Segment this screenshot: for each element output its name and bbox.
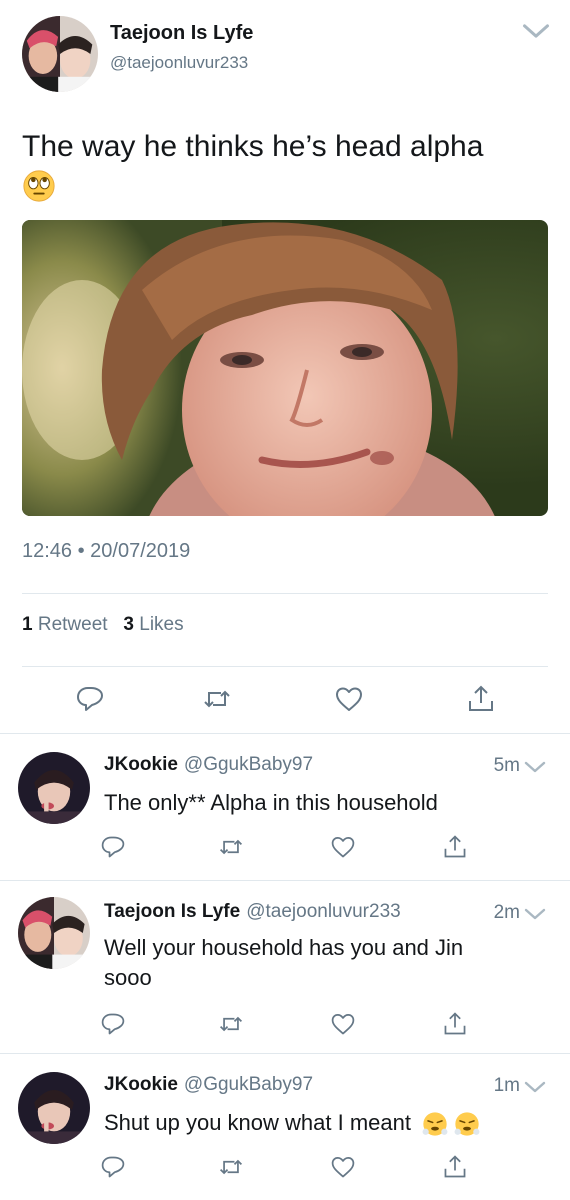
tweet-timestamp[interactable]: 12:46 • 20/07/2019 <box>22 540 190 563</box>
share-icon[interactable] <box>442 1011 468 1037</box>
reply-author[interactable]: JKookie @GgukBaby97 <box>104 754 313 776</box>
reply-author-handle[interactable]: @GgukBaby97 <box>184 754 313 775</box>
reply-icon[interactable] <box>75 684 105 714</box>
divider <box>22 593 548 594</box>
heart-icon[interactable] <box>334 684 364 714</box>
avatar[interactable] <box>18 897 90 969</box>
heart-icon[interactable] <box>330 834 356 860</box>
reply-author-handle[interactable]: @taejoonluvur233 <box>246 901 401 922</box>
reply-author-name[interactable]: Taejoon Is Lyfe <box>104 901 240 922</box>
reply-text: Well your household has you and Jin sooo <box>104 933 534 993</box>
reply-icon[interactable] <box>100 1154 126 1180</box>
face-with-steam-emoji <box>422 1112 448 1136</box>
retweet-icon[interactable] <box>218 1011 244 1037</box>
reply-text-content: Shut up you know what I meant <box>104 1110 411 1135</box>
reply-text: The only** Alpha in this household <box>104 790 438 815</box>
like-label[interactable]: Likes <box>139 614 183 635</box>
tweet-text-content: The way he thinks he’s head alpha <box>22 130 484 163</box>
retweet-label[interactable]: Retweet <box>38 614 108 635</box>
photo-boy-smirking <box>22 220 548 516</box>
retweet-icon[interactable] <box>218 1154 244 1180</box>
reply-author[interactable]: Taejoon Is Lyfe @taejoonluvur233 <box>104 901 401 923</box>
reply-author-name[interactable]: JKookie <box>104 1074 178 1095</box>
share-icon[interactable] <box>442 834 468 860</box>
author-handle[interactable]: @taejoonluvur233 <box>110 53 248 73</box>
author-name[interactable]: Taejoon Is Lyfe <box>110 22 253 45</box>
tweet-image[interactable] <box>22 220 548 516</box>
avatar[interactable] <box>22 16 98 92</box>
reply-author-handle[interactable]: @GgukBaby97 <box>184 1074 313 1095</box>
reply-actions <box>0 1011 570 1051</box>
reply-time: 1m <box>493 1075 520 1096</box>
avatar[interactable] <box>18 752 90 824</box>
avatar-image <box>18 1072 90 1144</box>
chevron-down-icon[interactable] <box>522 22 550 40</box>
avatar[interactable] <box>18 1072 90 1144</box>
divider <box>22 666 548 667</box>
avatar-image <box>18 897 90 969</box>
reply-text: Shut up you know what I meant <box>104 1108 534 1138</box>
reply-tweet[interactable]: JKookie @GgukBaby97 1m Shut up you know w… <box>0 1054 570 1200</box>
reply-time: 5m <box>493 755 520 776</box>
main-tweet-actions <box>0 684 570 724</box>
face-with-steam-emoji <box>454 1112 480 1136</box>
reply-tweet[interactable]: Taejoon Is Lyfe @taejoonluvur233 2m Well … <box>0 881 570 1053</box>
main-tweet: Taejoon Is Lyfe @taejoonluvur233 The way… <box>0 0 570 733</box>
reply-text-line: sooo <box>104 965 152 990</box>
chevron-down-icon[interactable] <box>524 1080 546 1094</box>
reply-icon[interactable] <box>100 1011 126 1037</box>
heart-icon[interactable] <box>330 1011 356 1037</box>
reply-author[interactable]: JKookie @GgukBaby97 <box>104 1074 313 1096</box>
like-count[interactable]: 3 <box>123 614 134 635</box>
reply-author-name[interactable]: JKookie <box>104 754 178 775</box>
retweet-icon[interactable] <box>202 684 232 714</box>
reply-time: 2m <box>493 902 520 923</box>
tweet-stats: 1 Retweet 3 Likes <box>22 614 184 636</box>
reply-icon[interactable] <box>100 834 126 860</box>
retweet-icon[interactable] <box>218 834 244 860</box>
rolling-eyes-emoji <box>23 170 55 202</box>
retweet-count[interactable]: 1 <box>22 614 33 635</box>
chevron-down-icon[interactable] <box>524 760 546 774</box>
heart-icon[interactable] <box>330 1154 356 1180</box>
avatar-image <box>22 16 98 92</box>
chevron-down-icon[interactable] <box>524 907 546 921</box>
reply-actions <box>0 834 570 874</box>
reply-tweet[interactable]: JKookie @GgukBaby97 5m The only** Alpha i… <box>0 734 570 879</box>
reply-text-line: Well your household has you and Jin <box>104 935 464 960</box>
share-icon[interactable] <box>466 684 496 714</box>
tweet-text: The way he thinks he’s head alpha <box>22 128 552 204</box>
avatar-image <box>18 752 90 824</box>
reply-actions <box>0 1154 570 1194</box>
share-icon[interactable] <box>442 1154 468 1180</box>
